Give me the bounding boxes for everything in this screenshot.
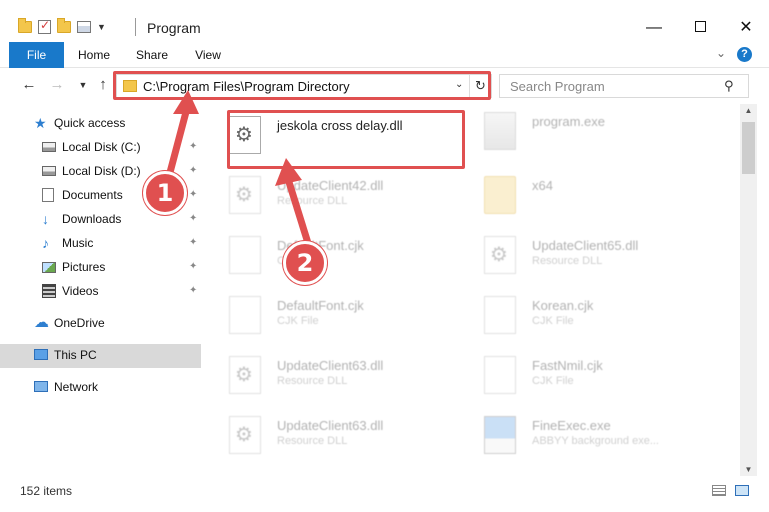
callout-badge-2: 2 (283, 241, 327, 285)
callout-arrow-1 (164, 108, 190, 184)
callout-badge-1: 1 (143, 171, 187, 215)
callout-arrows (164, 90, 316, 260)
callout-arrowhead-1 (173, 90, 199, 114)
callout-arrowhead-2 (275, 158, 302, 186)
